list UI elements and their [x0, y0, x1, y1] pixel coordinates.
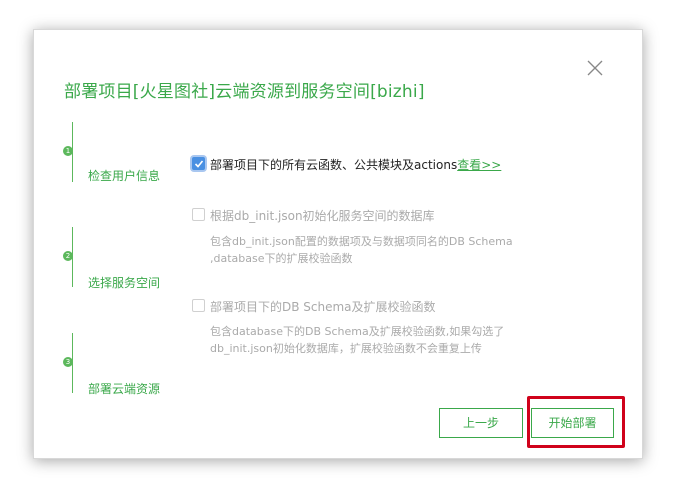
dialog-title: 部署项目[火星图社]云端资源到服务空间[bizhi] [64, 82, 425, 102]
step-label-1: 检查用户信息 [88, 169, 161, 183]
init-db-description-line-1: 包含db_init.json配置的数据项及与数据项同名的DB Schema [210, 235, 513, 248]
view-details-link[interactable]: 查看>> [457, 158, 501, 172]
prev-step-button[interactable]: 上一步 [439, 408, 523, 438]
deploy-dialog: 部署项目[火星图社]云端资源到服务空间[bizhi] 1 检查用户信息 2 选择… [33, 29, 643, 459]
deploy-schema-description-line-2: db_init.json初始化数据库，扩展校验函数不会重复上传 [210, 342, 482, 355]
step-label-3: 部署云端资源 [88, 382, 161, 396]
deploy-all-checkbox[interactable] [192, 157, 205, 170]
init-db-checkbox[interactable] [192, 208, 205, 221]
deploy-schema-description-line-1: 包含database下的DB Schema及扩展校验函数,如果勾选了 [210, 325, 505, 338]
deploy-schema-checkbox[interactable] [192, 299, 205, 312]
step-number-3: 3 [63, 357, 73, 367]
step-number-1: 1 [63, 146, 73, 156]
start-deploy-button[interactable]: 开始部署 [531, 408, 614, 438]
step-number-2: 2 [63, 251, 73, 261]
deploy-all-label: 部署项目下的所有云函数、公共模块及actions查看>> [210, 158, 502, 172]
close-icon[interactable] [586, 59, 604, 77]
init-db-label: 根据db_init.json初始化服务空间的数据库 [210, 209, 435, 223]
init-db-description-line-2: ,database下的扩展校验函数 [210, 252, 353, 265]
step-label-2: 选择服务空间 [88, 276, 161, 290]
deploy-schema-label: 部署项目下的DB Schema及扩展校验函数 [210, 300, 436, 314]
